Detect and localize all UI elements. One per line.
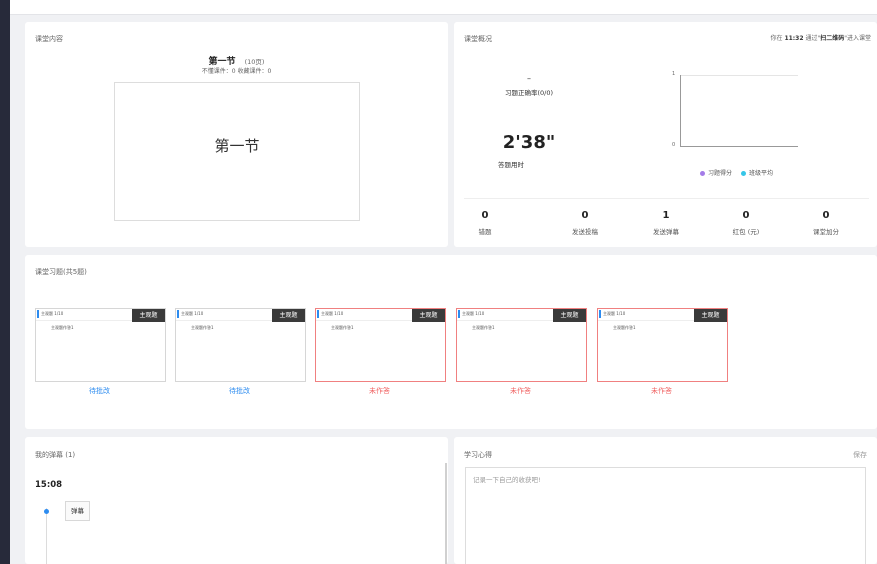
timeline-line [46,508,47,564]
chart-x-axis [680,146,798,147]
exercise-status-2[interactable]: 待批改 [175,386,304,396]
stat-wrong-label: 错题 [478,228,492,236]
study-notes-title: 学习心得 [464,451,492,459]
entry-suffix: "进入课堂 [844,35,871,42]
answer-time-value: 2'38" [502,132,556,153]
exercise-marker [458,310,460,318]
exercise-status-1[interactable]: 待批改 [35,386,164,396]
stat-bonus-value: 0 [822,210,830,221]
exercise-marker [599,310,601,318]
stat-bonus-label: 课堂加分 [813,228,839,236]
bullet-message: 弹幕 [65,501,90,521]
stats-divider [464,198,869,199]
legend-item-average[interactable]: 班级平均 [740,170,773,177]
study-notes-card: 学习心得 保存 记录一下自己的收获吧! [454,437,877,564]
accuracy-value: – [527,74,531,83]
exercise-type-tag: 主观题 [694,309,727,322]
legend-item-score[interactable]: 习题得分 [700,170,732,177]
exercise-marker [317,310,319,318]
stat-red-packet[interactable]: 0 红包 (元) [711,210,781,236]
stat-bonus[interactable]: 0 课堂加分 [791,210,861,236]
my-bullets-title: 我的弹幕 (1) [35,451,76,459]
slide-thumbnail[interactable]: 第一节 [114,82,360,221]
exercise-type-tag: 主观题 [132,309,165,322]
stat-red-packet-label: 红包 (元) [732,228,760,236]
exercise-status-4[interactable]: 未作答 [456,386,585,396]
exercise-body: 主观题作答1 [191,325,214,330]
top-bar [10,0,877,15]
exercise-card-5[interactable]: 主观题 1/10 主观题 主观题作答1 [597,308,728,382]
timeline-dot [44,509,49,514]
entry-mid: 通过" [803,35,821,42]
exercise-type-tag: 主观题 [412,309,445,322]
exercise-body: 主观题作答1 [613,325,636,330]
exercise-body: 主观题作答1 [472,325,495,330]
bullet-time: 15:08 [35,480,63,490]
entry-time: 11:32 [784,35,804,42]
entry-prefix: 你在 [770,35,785,42]
exercises-title: 课堂习题(共5题) [35,268,87,276]
courseware-stats: 不懂课件：0 收藏课件：0 [201,68,272,75]
stat-wrong[interactable]: 0 错题 [450,210,520,236]
class-content-card: 课堂内容 第一节 (10页) 不懂课件：0 收藏课件：0 第一节 [25,22,448,247]
stat-red-packet-value: 0 [742,210,750,221]
legend-label-average: 班级平均 [748,170,773,177]
legend-dot-average [740,171,746,176]
exercise-header-text: 主观题 1/10 [181,311,204,316]
exercise-header-text: 主观题 1/10 [603,311,626,316]
entry-method: 扫二维码 [820,35,845,42]
exercise-type-tag: 主观题 [272,309,305,322]
exercise-body: 主观题作答1 [331,325,354,330]
save-button[interactable]: 保存 [853,450,867,460]
chart-ytick-1: 1 [672,71,676,77]
exercise-header-text: 主观题 1/10 [462,311,485,316]
exercise-body: 主观题作答1 [51,325,74,330]
accuracy-label: 习题正确率(0/0) [504,89,554,97]
stat-wrong-value: 0 [481,210,489,221]
stat-submissions-value: 0 [581,210,589,221]
class-content-title: 课堂内容 [35,35,63,43]
stat-bullets-label: 发送弹幕 [653,228,679,236]
chart-y-axis [680,75,681,147]
class-overview-card: 课堂概况 你在 11:32 通过"扫二维码"进入课堂 – 习题正确率(0/0) … [454,22,877,247]
exercises-card: 课堂习题(共5题) 主观题 1/10 主观题 主观题作答1 待批改 主观题 1/… [25,255,877,429]
exercise-marker [177,310,179,318]
stat-submissions-label: 发送投稿 [572,228,598,236]
exercise-header-text: 主观题 1/10 [41,311,64,316]
class-overview-title: 课堂概况 [464,35,492,43]
exercise-status-3[interactable]: 未作答 [315,386,444,396]
exercise-card-4[interactable]: 主观题 1/10 主观题 主观题作答1 [456,308,587,382]
exercise-card-1[interactable]: 主观题 1/10 主观题 主观题作答1 [35,308,166,382]
chart-legend: 习题得分 班级平均 [700,168,773,177]
stat-bullets[interactable]: 1 发送弹幕 [631,210,701,236]
exercise-marker [37,310,39,318]
exercise-type-tag: 主观题 [553,309,586,322]
answer-time-label: 答题用时 [498,161,524,169]
stat-bullets-value: 1 [662,210,670,221]
bullets-scrollbar[interactable] [445,463,447,564]
app-sidebar [0,0,10,564]
exercise-card-3[interactable]: 主观题 1/10 主观题 主观题作答1 [315,308,446,382]
my-bullets-card: 我的弹幕 (1) 15:08 弹幕 [25,437,448,564]
exercise-header-text: 主观题 1/10 [321,311,344,316]
legend-dot-score [700,171,705,176]
notes-textarea[interactable]: 记录一下自己的收获吧! [465,467,866,564]
exercise-card-2[interactable]: 主观题 1/10 主观题 主观题作答1 [175,308,306,382]
chart-gridline [680,75,798,76]
entry-info: 你在 11:32 通过"扫二维码"进入课堂 [771,33,871,42]
exercise-status-5[interactable]: 未作答 [597,386,726,396]
chart-ytick-0: 0 [672,142,676,148]
slide-thumbnail-text: 第一节 [214,137,260,155]
legend-label-score: 习题得分 [708,170,733,177]
section-pages: (10页) [244,58,265,66]
stat-submissions[interactable]: 0 发送投稿 [550,210,620,236]
